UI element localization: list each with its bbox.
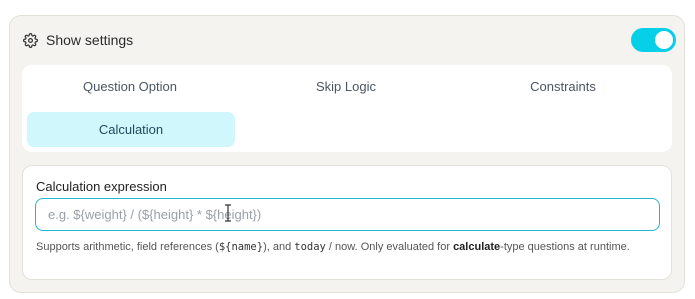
show-settings-label: Show settings: [46, 32, 134, 48]
code-today: today: [294, 241, 326, 253]
text-cursor-icon: [224, 204, 232, 222]
toggle-knob: [655, 31, 673, 49]
tab-constraints[interactable]: Constraints: [454, 69, 672, 104]
show-settings-toggle[interactable]: [631, 28, 676, 52]
gear-icon: [22, 32, 38, 48]
tab-question-option[interactable]: Question Option: [22, 69, 238, 104]
settings-panel: Show settings Question Option Skip Logic…: [9, 15, 685, 293]
calculation-section: Calculation expression Supports arithmet…: [22, 165, 672, 280]
calculation-help-text: Supports arithmetic, field references ($…: [36, 241, 630, 253]
code-name: ${name}: [218, 241, 264, 253]
settings-tabs: Question Option Skip Logic Constraints C…: [22, 65, 672, 152]
calculation-expression-label: Calculation expression: [36, 179, 167, 194]
calculation-expression-input[interactable]: [35, 198, 660, 231]
calculate-keyword: calculate: [453, 241, 501, 253]
settings-header: Show settings: [22, 28, 676, 52]
tab-calculation[interactable]: Calculation: [27, 112, 235, 147]
tab-skip-logic[interactable]: Skip Logic: [238, 69, 454, 104]
